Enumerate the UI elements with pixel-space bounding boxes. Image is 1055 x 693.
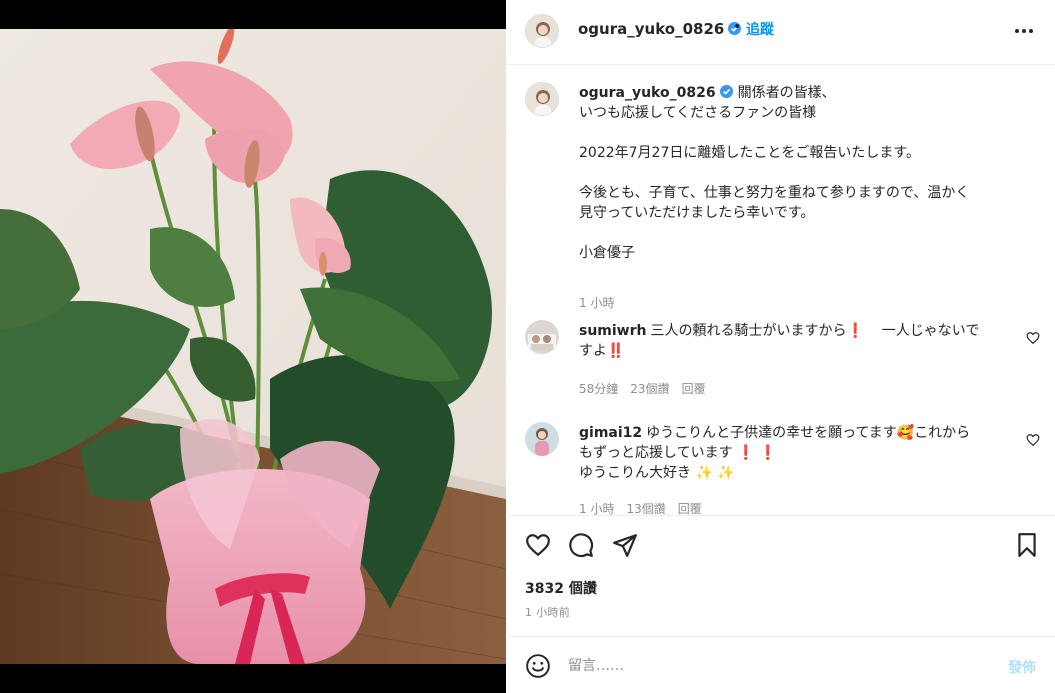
comment-body: ゆうこりんと子供達の幸せを願ってます: [646, 425, 897, 441]
verified-badge-icon: [719, 85, 733, 98]
comment-meta: 58分鐘 23個讚 回覆: [579, 380, 718, 397]
comment-age[interactable]: 58分鐘: [579, 382, 618, 396]
caption-age[interactable]: 1 小時: [579, 296, 614, 310]
comment-body: 一人じゃないで: [881, 323, 980, 339]
comment-body: 三人の頼れる騎士がいますから: [650, 323, 847, 339]
comment-likes[interactable]: 13個讚: [626, 502, 665, 515]
author-avatar[interactable]: [525, 14, 559, 48]
comment-text: gimai12 ゆうこりんと子供達の幸せを願ってます🥰これから もずっと応援してい…: [579, 423, 1009, 483]
commenter-username[interactable]: sumiwrh: [579, 323, 647, 339]
post-media-pane: [0, 0, 506, 693]
caption-line-text: 關係者の皆樣、: [737, 85, 836, 101]
comment-input[interactable]: [568, 652, 988, 680]
post-actions: 3832 個讚 1 小時前: [506, 517, 1055, 637]
author-username[interactable]: ogura_yuko_0826: [578, 20, 742, 38]
post-detail-panel: ogura_yuko_0826 • 追蹤 ogura_yuko_0826 關係者…: [506, 0, 1055, 693]
emoji-smile-icon[interactable]: [525, 653, 551, 679]
comment-bubble-icon[interactable]: [568, 532, 594, 558]
like-count[interactable]: 3832 個讚: [525, 578, 597, 598]
comment-body: もずっと応援しています: [579, 445, 733, 461]
caption-line: 見守っていただけましたら幸いです。: [579, 205, 815, 221]
caption-username[interactable]: ogura_yuko_0826: [579, 85, 716, 101]
anthurium-plant-photo: [0, 29, 506, 664]
comment-text: sumiwrh 三人の頼れる騎士がいますから❗ 一人じゃないで すよ‼️: [579, 321, 1009, 361]
commenter-avatar[interactable]: [525, 422, 559, 456]
caption-line: いつも応援してくださるファンの皆様: [579, 105, 817, 121]
sparkles-emoji: ✨ ✨: [695, 465, 735, 481]
heart-icon[interactable]: [525, 532, 551, 558]
post-header: ogura_yuko_0826 • 追蹤: [506, 0, 1055, 65]
caption-text: ogura_yuko_0826 關係者の皆樣、 いつも応援してくださるファンの皆様…: [579, 83, 1019, 263]
caption-line: 小倉優子: [579, 245, 635, 261]
comment-composer: 發佈: [506, 638, 1055, 693]
caption-line: [579, 223, 1019, 243]
post-photo[interactable]: [0, 29, 506, 664]
comment-like-heart-icon[interactable]: [1026, 330, 1040, 345]
commenter-avatar[interactable]: [525, 320, 559, 354]
exclamation-emoji: ❗ ❗: [737, 445, 777, 461]
comment-likes[interactable]: 23個讚: [630, 382, 669, 396]
reply-button[interactable]: 回覆: [682, 382, 706, 396]
follow-button[interactable]: 追蹤: [746, 19, 774, 39]
caption-line: [579, 163, 1019, 183]
comment-age[interactable]: 1 小時: [579, 502, 614, 515]
smiling-hearts-emoji: 🥰: [896, 425, 915, 441]
comment-meta: 1 小時 13個讚 回覆: [579, 500, 714, 515]
more-horizontal-icon[interactable]: [1012, 22, 1036, 40]
bookmark-icon[interactable]: [1014, 532, 1040, 558]
author-username-text[interactable]: ogura_yuko_0826: [578, 20, 724, 38]
comment-body: ゆうこりん大好き: [579, 465, 691, 481]
caption-author-avatar[interactable]: [525, 82, 559, 116]
caption-line: ogura_yuko_0826 關係者の皆樣、: [579, 83, 1019, 103]
comment-body: すよ‼️: [579, 343, 625, 359]
exclamation-emoji: ❗: [846, 323, 864, 339]
commenter-username[interactable]: gimai12: [579, 425, 642, 441]
caption-meta: 1 小時: [579, 294, 626, 311]
comments-list[interactable]: ogura_yuko_0826 關係者の皆樣、 いつも応援してくださるファンの皆様…: [506, 66, 1055, 516]
post-comment-button[interactable]: 發佈: [1008, 657, 1036, 677]
post-timestamp[interactable]: 1 小時前: [525, 604, 570, 620]
caption-line: 今後とも、子育て、仕事と努力を重ねて参りますので、温かく: [579, 185, 970, 201]
paper-plane-icon[interactable]: [612, 532, 638, 558]
reply-button[interactable]: 回覆: [678, 502, 702, 515]
separator-dot: •: [733, 19, 742, 35]
caption-line: [579, 123, 1019, 143]
comment-body: これから: [914, 425, 971, 441]
comment-like-heart-icon[interactable]: [1026, 432, 1040, 447]
caption-line: 2022年7月27日に離婚したことをご報告いたします。: [579, 145, 920, 161]
